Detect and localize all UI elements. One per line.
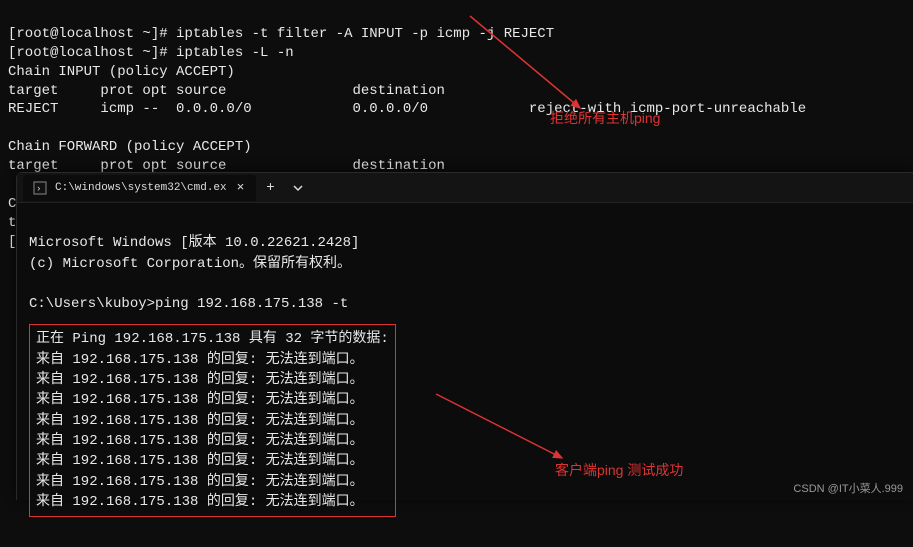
prompt: [root@localhost ~]# bbox=[8, 45, 168, 61]
chevron-down-icon bbox=[293, 183, 303, 193]
close-icon[interactable]: × bbox=[235, 180, 247, 195]
ping-reply-line: 来自 192.168.175.138 的回复: 无法连到端口。 bbox=[36, 474, 364, 490]
tab-dropdown-button[interactable] bbox=[284, 175, 312, 201]
ping-reply-line: 来自 192.168.175.138 的回复: 无法连到端口。 bbox=[36, 352, 364, 368]
ping-header: 正在 Ping 192.168.175.138 具有 32 字节的数据: bbox=[36, 331, 389, 347]
cmd-command: ping 192.168.175.138 -t bbox=[155, 296, 348, 312]
ping-output-highlight-box: 正在 Ping 192.168.175.138 具有 32 字节的数据: 来自 … bbox=[29, 324, 396, 517]
tab-title: C:\windows\system32\cmd.ex bbox=[55, 182, 227, 194]
cmd-prompt: C:\Users\kuboy> bbox=[29, 296, 155, 312]
ping-reply-line: 来自 192.168.175.138 的回复: 无法连到端口。 bbox=[36, 372, 364, 388]
annotation-text-2: 客户端ping 测试成功 bbox=[555, 460, 683, 480]
windows-version: Microsoft Windows [版本 10.0.22621.2428] bbox=[29, 235, 359, 251]
tab-cmd[interactable]: › C:\windows\system32\cmd.ex × bbox=[23, 175, 256, 201]
chain-input-line: Chain INPUT (policy ACCEPT) bbox=[8, 64, 235, 80]
table-header: target prot opt source destination bbox=[8, 83, 445, 99]
command-2: iptables -L -n bbox=[176, 45, 294, 61]
ping-reply-line: 来自 192.168.175.138 的回复: 无法连到端口。 bbox=[36, 392, 364, 408]
watermark: CSDN @IT小菜人.999 bbox=[793, 480, 903, 496]
command-1: iptables -t filter -A INPUT -p icmp -j R… bbox=[176, 26, 554, 42]
chain-forward-line: Chain FORWARD (policy ACCEPT) bbox=[8, 139, 252, 155]
ping-reply-line: 来自 192.168.175.138 的回复: 无法连到端口。 bbox=[36, 433, 364, 449]
cmd-output-area[interactable]: Microsoft Windows [版本 10.0.22621.2428] (… bbox=[17, 203, 913, 547]
prompt: [root@localhost ~]# bbox=[8, 26, 168, 42]
new-tab-button[interactable]: + bbox=[256, 175, 284, 201]
cmd-icon: › bbox=[33, 181, 47, 195]
tab-bar: › C:\windows\system32\cmd.ex × + bbox=[17, 173, 913, 203]
ping-reply-line: 来自 192.168.175.138 的回复: 无法连到端口。 bbox=[36, 494, 364, 510]
rule-line: REJECT icmp -- 0.0.0.0/0 0.0.0.0/0 rejec… bbox=[8, 101, 806, 117]
windows-terminal-window: › C:\windows\system32\cmd.ex × + Microso… bbox=[16, 172, 913, 500]
windows-copyright: (c) Microsoft Corporation。保留所有权利。 bbox=[29, 256, 351, 272]
ping-reply-line: 来自 192.168.175.138 的回复: 无法连到端口。 bbox=[36, 413, 364, 429]
svg-text:›: › bbox=[36, 184, 41, 194]
ping-reply-line: 来自 192.168.175.138 的回复: 无法连到端口。 bbox=[36, 453, 364, 469]
annotation-text-1: 拒绝所有主机ping bbox=[550, 108, 660, 128]
